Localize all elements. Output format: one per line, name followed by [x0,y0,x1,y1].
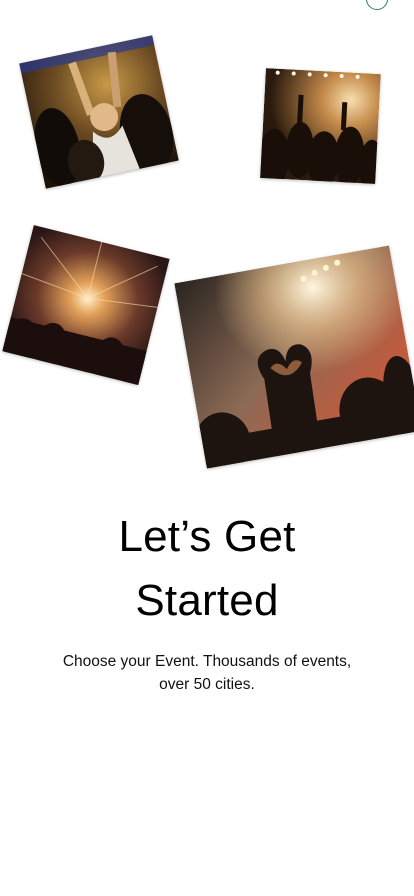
page-subtitle: Choose your Event. Thousands of events, … [0,650,414,696]
subtitle-line-2: over 50 cities. [159,676,255,693]
concert-photo-stage-crowd [260,68,381,184]
concert-photo-crowd-girl [19,35,179,189]
concert-photo-heart-hands [174,245,414,469]
subtitle-line-1: Choose your Event. Thousands of events, [62,653,352,670]
title-line-1: Let’s Get [118,512,296,561]
concert-photo-stage-lights [2,224,170,386]
page-title: Let’s Get Started [0,505,414,633]
page-indicator-circle[interactable] [366,0,388,10]
title-line-2: Started [135,576,279,625]
